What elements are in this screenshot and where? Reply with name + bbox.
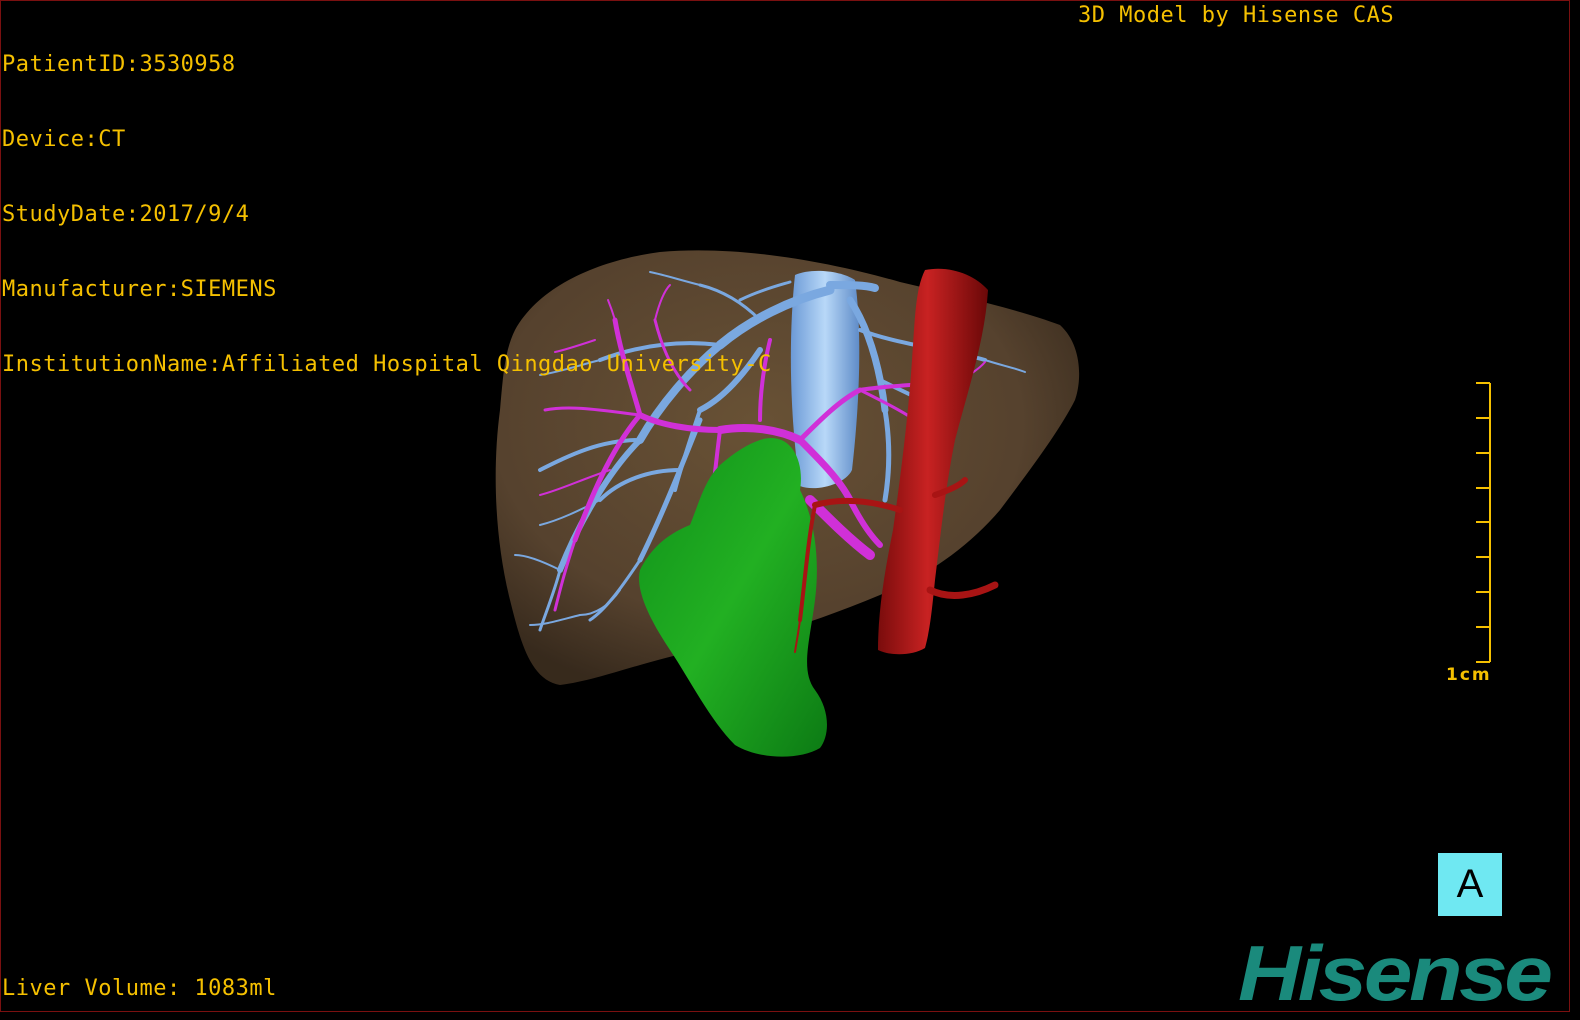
device: Device:CT	[2, 127, 126, 152]
institution-name: InstitutionName:Affiliated Hospital Qing…	[2, 352, 772, 377]
scale-bar-label: 1cm	[1446, 665, 1492, 685]
liver-volume: Liver Volume: 1083ml	[2, 976, 277, 1001]
manufacturer: Manufacturer:SIEMENS	[2, 277, 277, 302]
dicom-info-panel: PatientID:3530958 Device:CT StudyDate:20…	[2, 2, 772, 402]
hisense-logo: Hisense	[1238, 929, 1553, 1017]
model-title: 3D Model by Hisense CAS	[1078, 3, 1395, 28]
study-date: StudyDate:2017/9/4	[2, 202, 250, 227]
scale-bar	[1476, 382, 1491, 663]
orientation-marker[interactable]: A	[1438, 853, 1502, 916]
patient-id: PatientID:3530958	[2, 52, 236, 77]
